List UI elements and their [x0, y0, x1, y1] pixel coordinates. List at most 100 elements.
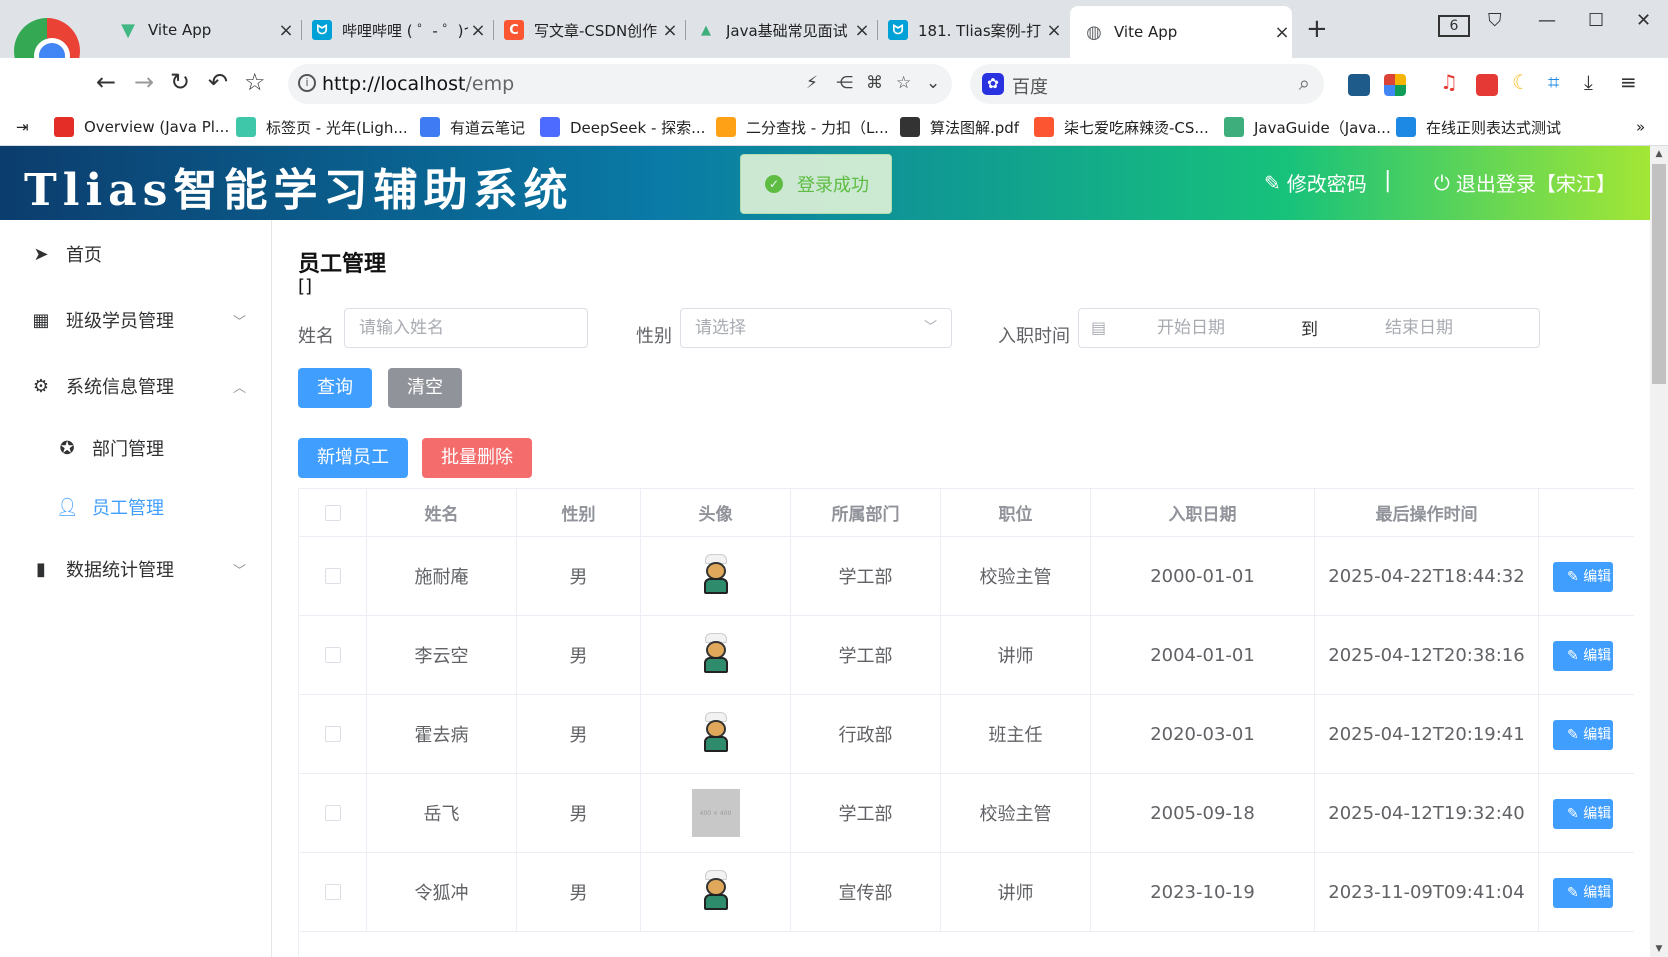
bookmark-item[interactable]: 有道云笔记 [420, 114, 525, 140]
close-icon[interactable]: × [468, 20, 488, 41]
column-header[interactable]: 头像 [641, 489, 791, 536]
sidebar-item-system-info[interactable]: ⚙ 系统信息管理 ︿ [0, 358, 272, 414]
row-checkbox[interactable] [324, 805, 341, 821]
edit-button[interactable]: ✎ 编辑 [1553, 562, 1613, 592]
sidebar-item-emp[interactable]: 👤︎ 员工管理 [0, 479, 272, 535]
cell-gender: 男 [517, 695, 641, 773]
download-icon[interactable]: ⤓ [1584, 70, 1606, 94]
reload-icon[interactable]: ↻ [170, 68, 190, 96]
url-host: http://localhost [322, 73, 466, 95]
new-tab-button[interactable]: + [1306, 14, 1328, 44]
bookmark-item[interactable]: 算法图解.pdf [900, 114, 1019, 140]
edit-button[interactable]: ✎ 编辑 [1553, 720, 1613, 750]
add-employee-button[interactable]: 新增员工 [298, 438, 408, 478]
edit-label: 编辑 [1583, 806, 1612, 822]
column-header[interactable]: 入职日期 [1091, 489, 1315, 536]
pdf-icon[interactable] [1476, 74, 1498, 96]
close-icon[interactable]: × [1272, 22, 1292, 43]
apps-grid-icon[interactable] [1384, 74, 1406, 96]
select-all-checkbox[interactable] [324, 504, 341, 521]
sidebar-item-dept[interactable]: ✪ 部门管理 [0, 420, 272, 476]
start-date-input[interactable]: 开始日期 [1157, 309, 1225, 347]
bookmark-item[interactable]: JavaGuide（Java... [1224, 114, 1391, 140]
entry-date-range[interactable]: ▤ 开始日期 到 结束日期 [1078, 308, 1540, 348]
bookmark-star-icon[interactable]: ☆ [244, 68, 266, 96]
column-header[interactable]: 职位 [941, 489, 1091, 536]
back-icon[interactable]: ← [96, 68, 116, 96]
column-header[interactable]: 最后操作时间 [1315, 489, 1539, 536]
edit-button[interactable]: ✎ 编辑 [1553, 641, 1613, 671]
sidebar-item-home[interactable]: ➤ 首页 [0, 226, 272, 282]
bookmark-item[interactable]: DeepSeek - 探索... [540, 114, 705, 140]
maximize-icon[interactable]: ☐ [1588, 10, 1604, 31]
name-input[interactable]: 请输入姓名 [344, 308, 588, 348]
music-icon[interactable]: ♫ [1440, 70, 1462, 94]
select-cell [299, 774, 367, 852]
crop-icon[interactable]: ⌗ [1548, 70, 1570, 94]
end-date-input[interactable]: 结束日期 [1385, 309, 1453, 347]
change-password-link[interactable]: ✎ 修改密码 [1264, 168, 1367, 197]
edit-button[interactable]: ✎ 编辑 [1553, 878, 1613, 908]
close-icon[interactable]: × [660, 20, 680, 41]
row-checkbox[interactable] [324, 726, 341, 742]
tab-java-basics[interactable]: ▲ Java基础常见面试 × [686, 12, 878, 48]
logout-link[interactable]: ⏻ 退出登录【宋江】 [1434, 168, 1616, 197]
close-icon[interactable]: × [276, 20, 296, 41]
scroll-down-icon[interactable]: ▼ [1650, 941, 1668, 957]
forward-icon[interactable]: → [134, 68, 154, 96]
translate-icon[interactable]: ⌘ [866, 73, 883, 93]
skin-icon[interactable]: ⛉ [1488, 10, 1502, 31]
close-icon[interactable]: × [1044, 20, 1064, 41]
bookmark-item[interactable]: 二分查找 - 力扣（L... [716, 114, 889, 140]
search-icon[interactable]: ⌕ [1299, 71, 1310, 95]
tab-csdn[interactable]: C 写文章-CSDN创作 × [494, 12, 686, 48]
bookmark-item[interactable]: 标签页 - 光年(Ligh... [236, 114, 408, 140]
search-engine-box[interactable]: ✿ 百度 ⌕ [970, 64, 1324, 104]
column-header[interactable]: 姓名 [367, 489, 517, 536]
chevron-down-icon[interactable]: ⌄ [926, 73, 940, 93]
row-checkbox[interactable] [324, 884, 341, 900]
scroll-up-icon[interactable]: ▲ [1650, 146, 1668, 162]
bookmark-icon [1396, 117, 1416, 137]
sidebar-item-statistics[interactable]: ▮ 数据统计管理 ﹀ [0, 541, 272, 597]
clear-button[interactable]: 清空 [388, 368, 462, 408]
tab-vite-app-1[interactable]: ▼ Vite App × [108, 12, 302, 48]
batch-delete-button[interactable]: 批量删除 [422, 438, 532, 478]
gender-select[interactable]: 请选择 ﹀ [680, 308, 952, 348]
baidu-paw-icon: ✿ [982, 73, 1004, 95]
query-button[interactable]: 查询 [298, 368, 372, 408]
minimize-icon[interactable]: — [1538, 10, 1556, 31]
row-checkbox[interactable] [324, 647, 341, 663]
scrollbar-thumb[interactable] [1652, 164, 1666, 384]
column-header[interactable]: 所属部门 [791, 489, 941, 536]
sidebar-toggle-icon[interactable]: ⇥ [16, 114, 29, 140]
moon-icon[interactable]: ☾ [1512, 70, 1534, 94]
window-close-icon[interactable]: ✕ [1636, 10, 1651, 31]
address-bar[interactable]: i http://localhost/emp ⚡ ⋲ ⌘ ☆ ⌄ [288, 64, 952, 104]
lightning-icon[interactable]: ⚡ [806, 73, 818, 93]
menu-icon[interactable]: ≡ [1620, 70, 1642, 94]
bookmark-item[interactable]: 在线正则表达式测试 [1396, 114, 1561, 140]
undo-close-icon[interactable]: ↶ [208, 68, 228, 96]
bookmark-item[interactable]: 柒七爱吃麻辣烫-CS... [1034, 114, 1209, 140]
entry-date-label: 入职时间 [998, 326, 1070, 347]
tab-bilibili[interactable]: ᗢ 哔哩哔哩 ( ゜- ゜)つ × [302, 12, 494, 48]
page-scrollbar[interactable]: ▲ ▼ [1650, 146, 1668, 957]
site-info-icon[interactable]: i [298, 74, 316, 92]
bookmark-item[interactable]: Overview (Java Pl... [54, 114, 229, 140]
screen-extension-icon[interactable] [1348, 74, 1370, 96]
bookmarks-more-button[interactable]: » [1636, 114, 1645, 140]
edit-button[interactable]: ✎ 编辑 [1553, 799, 1613, 829]
tab-tlias-course[interactable]: ᗢ 181. Tlias案例-打 × [878, 12, 1064, 48]
sidebar-item-class-student[interactable]: ▦ 班级学员管理 ﹀ [0, 292, 272, 348]
close-icon[interactable]: × [852, 20, 872, 41]
cell-entry-date: 2000-01-01 [1091, 537, 1315, 615]
column-header[interactable]: 性别 [517, 489, 641, 536]
tab-vite-app-active[interactable]: ◍ Vite App × [1070, 6, 1292, 58]
url-text[interactable]: http://localhost/emp [322, 73, 514, 95]
tab-count-badge[interactable]: 6 [1438, 15, 1470, 37]
row-checkbox[interactable] [324, 568, 341, 584]
share-icon[interactable]: ⋲ [836, 73, 853, 93]
tab-title: Vite App [148, 21, 212, 39]
favorite-star-icon[interactable]: ☆ [896, 73, 911, 93]
